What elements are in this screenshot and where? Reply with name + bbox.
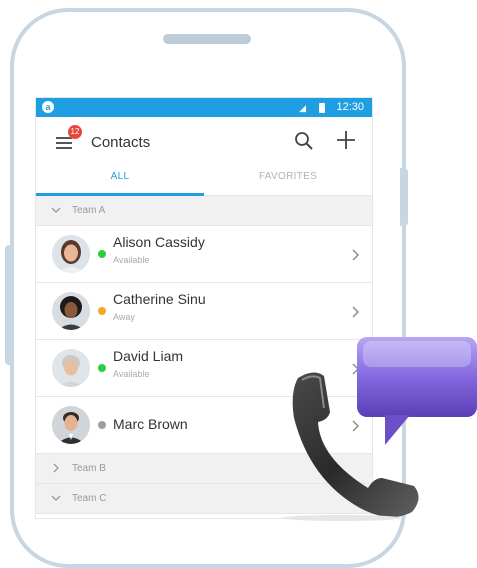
presence-dot xyxy=(98,364,106,372)
contact-name: Alison Cassidy xyxy=(113,234,205,250)
chevron-right-icon xyxy=(53,463,59,473)
contact-name: Catherine Sinu xyxy=(113,291,206,307)
presence-dot xyxy=(98,307,106,315)
phone-speaker xyxy=(163,34,251,44)
chevron-down-icon xyxy=(51,207,61,213)
avatar xyxy=(52,235,90,273)
contact-name: David Liam xyxy=(113,348,184,364)
group-name: Team B xyxy=(72,463,106,474)
chevron-down-icon xyxy=(51,495,61,501)
group-header-team-a[interactable]: Team A xyxy=(36,196,372,226)
phone-volume-button xyxy=(5,245,12,365)
chevron-right-icon xyxy=(352,249,359,261)
phone-side-button xyxy=(400,168,408,226)
group-name: Team C xyxy=(72,493,107,504)
contact-status: Available xyxy=(113,369,150,379)
battery-icon xyxy=(319,103,325,113)
presence-dot xyxy=(98,250,106,258)
contact-row[interactable]: Catherine Sinu Away xyxy=(36,283,372,340)
contact-status: Available xyxy=(113,255,150,265)
chevron-right-icon xyxy=(352,306,359,318)
avatar xyxy=(52,406,90,444)
presence-dot xyxy=(98,421,106,429)
page-title: Contacts xyxy=(91,134,151,151)
avatar xyxy=(52,349,90,387)
tab-all[interactable]: ALL xyxy=(36,165,204,195)
status-time: 12:30 xyxy=(336,101,364,113)
tab-favorites[interactable]: FAVORITES xyxy=(204,165,372,195)
menu-icon[interactable] xyxy=(56,137,72,149)
status-bar: a ◢ 12:30 xyxy=(36,98,372,117)
add-icon[interactable] xyxy=(335,129,357,151)
search-icon[interactable] xyxy=(293,130,315,152)
contact-row[interactable]: Alison Cassidy Available xyxy=(36,226,372,283)
app-bar: 12 Contacts xyxy=(36,117,372,165)
avatar xyxy=(52,292,90,330)
signal-icon: ◢ xyxy=(299,103,306,113)
contact-name: Marc Brown xyxy=(113,416,188,432)
app-logo-icon: a xyxy=(42,101,54,113)
group-name: Team A xyxy=(72,205,106,216)
contact-status: Away xyxy=(113,312,135,322)
handset-shadow xyxy=(282,515,402,521)
notification-badge: 12 xyxy=(68,125,82,139)
phone-handset-icon xyxy=(292,372,419,518)
tab-bar: ALL FAVORITES xyxy=(36,165,372,196)
